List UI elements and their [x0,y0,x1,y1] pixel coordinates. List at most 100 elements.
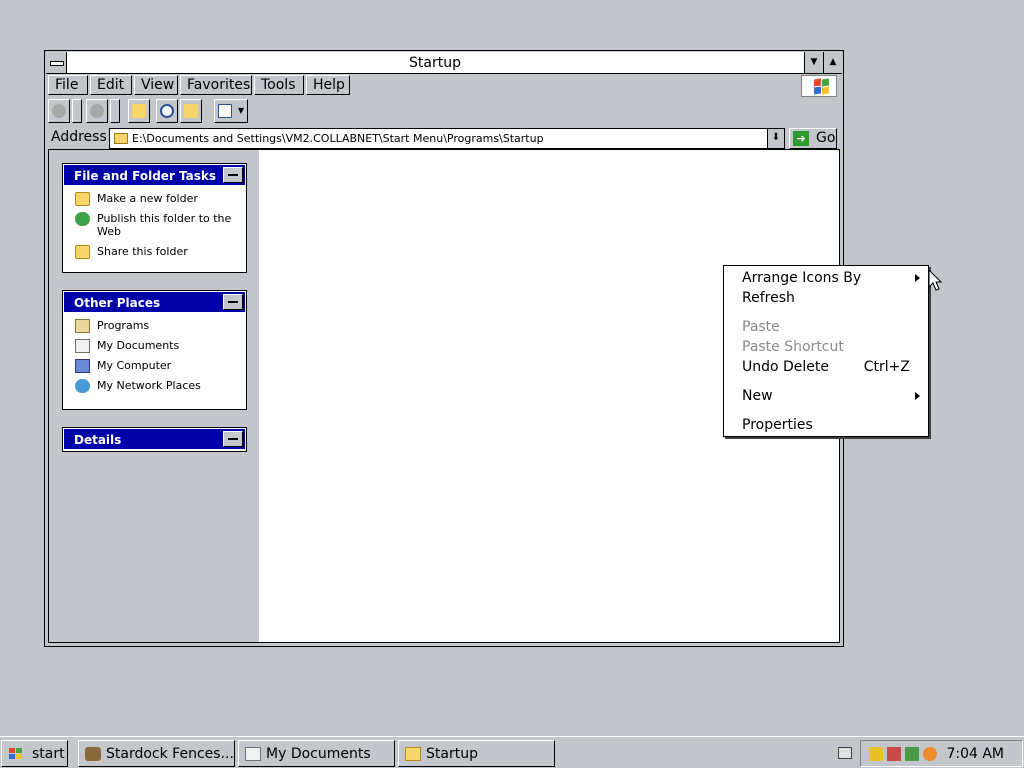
task-label: Make a new folder [97,192,198,205]
menu-arrange-icons-by[interactable]: Arrange Icons By [742,270,861,286]
taskbar-button-my-documents[interactable]: My Documents [238,740,395,767]
menu-view[interactable]: View [134,75,178,95]
collapse-button[interactable] [223,167,243,183]
my-computer-icon [75,359,90,373]
menu-tools[interactable]: Tools [254,75,304,95]
forward-arrow-icon [90,104,104,118]
folder-icon [114,133,128,144]
window-title: Startup [409,55,461,71]
task-label: Share this folder [97,245,188,258]
address-input[interactable]: E:\Documents and Settings\VM2.COLLABNET\… [109,128,785,149]
panel-title: File and Folder Tasks [74,169,217,183]
menu-bar: File Edit View Favorites Tools Help [48,75,840,95]
go-arrow-icon: ➔ [793,131,809,146]
submenu-arrow-icon [915,274,920,282]
task-publish-web[interactable]: Publish this folder to the Web [63,212,246,238]
shortcut-label: Ctrl+Z [863,359,910,375]
task-pane: File and Folder Tasks Make a new folder … [49,150,259,642]
place-label: My Computer [97,359,172,372]
task-label: Publish this folder to the Web [97,212,232,238]
taskbar-button-startup[interactable]: Startup [398,740,555,767]
clock[interactable]: 7:04 AM [946,746,1004,762]
address-bar: Address E:\Documents and Settings\VM2.CO… [48,127,840,149]
security-shield-icon[interactable] [869,747,883,761]
start-button[interactable]: start [1,740,68,767]
address-label: Address [51,129,107,145]
place-label: My Documents [97,339,180,352]
back-button[interactable] [48,99,70,123]
content-area: File and Folder Tasks Make a new folder … [48,149,840,643]
menu-refresh[interactable]: Refresh [742,290,795,306]
share-folder-icon [75,245,90,259]
views-button[interactable]: ▼ [214,99,248,123]
submenu-arrow-icon [915,392,920,400]
menu-edit[interactable]: Edit [90,75,132,95]
forward-button[interactable] [86,99,108,123]
new-folder-icon [75,192,90,206]
document-icon [245,747,261,761]
address-dropdown[interactable]: ⬇ [767,129,784,148]
start-label: start [32,746,65,762]
toolbar: ▼ [48,99,840,125]
panel-title: Details [74,433,122,447]
search-button[interactable] [156,99,178,123]
network-places-icon [75,379,90,393]
other-places-panel: Other Places Programs My Documents My Co… [62,290,247,410]
place-label: My Network Places [97,379,201,392]
up-folder-button[interactable] [128,99,150,123]
menu-undo-delete[interactable]: Undo Delete [742,359,829,375]
taskbar-label: Stardock Fences... [106,746,234,762]
menu-new[interactable]: New [742,388,773,404]
search-tray-icon[interactable] [923,747,937,761]
place-label: Programs [97,319,150,332]
taskbar: start Stardock Fences... My Documents St… [0,736,1024,768]
system-tray: 7:04 AM [860,740,1023,767]
folder-icon [405,747,421,761]
collapse-button[interactable] [223,431,243,447]
panel-header[interactable]: File and Folder Tasks [63,164,246,186]
menu-favorites[interactable]: Favorites [180,75,252,95]
search-icon [160,104,174,118]
taskbar-button-fences[interactable]: Stardock Fences... [78,740,235,767]
windows-flag-icon [9,748,22,759]
keyboard-icon[interactable] [838,747,852,759]
menu-paste: Paste [742,319,780,335]
maximize-button[interactable]: ▲ [823,52,842,73]
menu-file[interactable]: File [48,75,88,95]
menu-properties[interactable]: Properties [742,417,813,433]
place-my-computer[interactable]: My Computer [63,359,246,373]
minimize-button[interactable]: ▼ [804,52,823,73]
details-panel: Details [62,427,247,452]
panel-title: Other Places [74,296,161,310]
place-my-documents[interactable]: My Documents [63,339,246,353]
publish-web-icon [75,212,90,226]
menu-help[interactable]: Help [306,75,350,95]
windows-logo-icon [801,75,837,97]
panel-header[interactable]: Details [63,428,246,450]
go-label: Go [816,130,836,146]
forward-dropdown[interactable] [110,99,120,123]
task-share-folder[interactable]: Share this folder [63,245,246,259]
fences-icon [85,747,101,761]
place-network[interactable]: My Network Places [63,379,246,393]
title-bar[interactable]: Startup ▼ ▲ [46,52,842,74]
views-icon [218,104,232,118]
taskbar-label: Startup [426,746,478,762]
system-menu-button[interactable] [46,52,67,73]
folders-button[interactable] [180,99,202,123]
tray-app-icon[interactable] [887,747,901,761]
panel-header[interactable]: Other Places [63,291,246,313]
mouse-cursor-icon [928,269,943,291]
taskbar-label: My Documents [266,746,371,762]
address-value: E:\Documents and Settings\VM2.COLLABNET\… [132,132,544,145]
collapse-button[interactable] [223,294,243,310]
menu-paste-shortcut: Paste Shortcut [742,339,844,355]
network-icon[interactable] [905,747,919,761]
context-menu: Arrange Icons By Refresh Paste Paste Sho… [723,265,929,437]
folders-icon [184,104,198,118]
go-button[interactable]: ➔ Go [789,128,837,149]
task-make-folder[interactable]: Make a new folder [63,192,246,206]
back-arrow-icon [52,104,66,118]
place-programs[interactable]: Programs [63,319,246,333]
back-dropdown[interactable] [72,99,82,123]
